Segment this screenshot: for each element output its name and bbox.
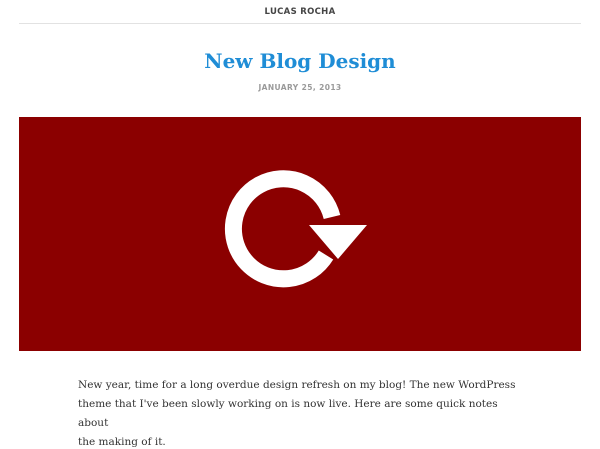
post-date: JANUARY 25, 2013: [258, 83, 342, 92]
site-title-link[interactable]: LUCAS ROCHA: [265, 7, 336, 17]
site-header: LUCAS ROCHA: [19, 0, 581, 24]
refresh-icon: [224, 170, 367, 288]
post-body-line: theme that I've been slowly working on i…: [78, 398, 498, 429]
post-body-line: the making of it.: [78, 436, 166, 448]
post-hero-image: [19, 117, 581, 351]
post-body-line: New year, time for a long overdue design…: [78, 379, 516, 391]
post-body: New year, time for a long overdue design…: [78, 376, 528, 449]
post-title[interactable]: New Blog Design: [0, 45, 600, 77]
